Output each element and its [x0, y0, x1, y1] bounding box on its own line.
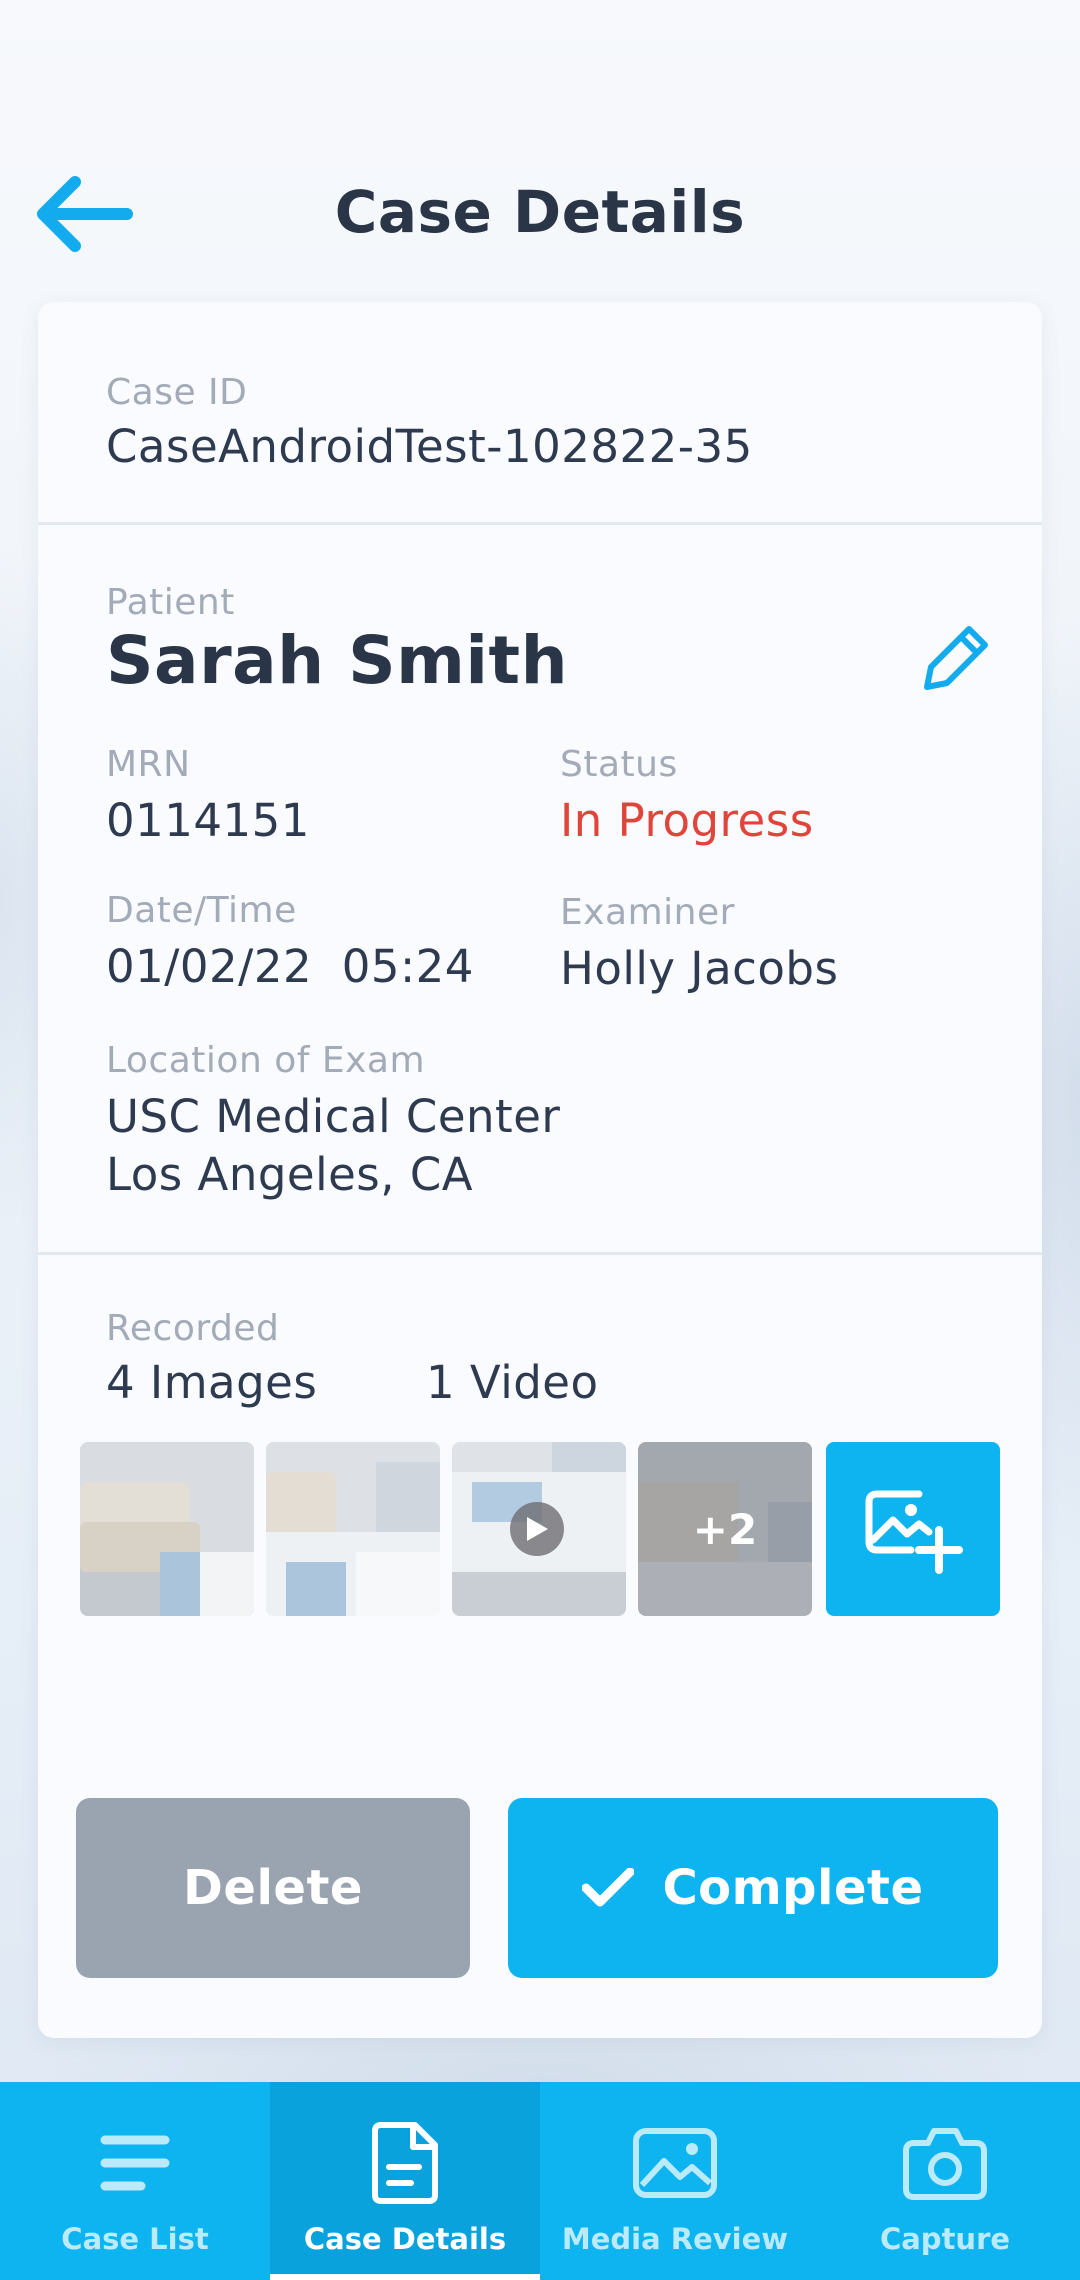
divider — [38, 522, 1042, 525]
nav-capture[interactable]: Capture — [810, 2082, 1080, 2280]
status-value: In Progress — [560, 794, 814, 847]
case-id-value: CaseAndroidTest-102822-35 — [106, 420, 753, 473]
list-icon — [100, 2135, 170, 2191]
complete-button[interactable]: Complete — [508, 1798, 998, 1978]
datetime-value: 01/02/22 05:24 — [106, 940, 474, 993]
datetime-label: Date/Time — [106, 890, 297, 931]
nav-label: Capture — [879, 2222, 1011, 2256]
complete-button-label: Complete — [662, 1860, 924, 1916]
delete-button[interactable]: Delete — [76, 1798, 470, 1978]
pencil-icon — [924, 626, 988, 690]
nav-media-review[interactable]: Media Review — [540, 2082, 810, 2280]
add-image-icon — [865, 1490, 963, 1574]
patient-label: Patient — [106, 582, 235, 623]
nav-case-details[interactable]: Case Details — [270, 2082, 540, 2280]
header: Case Details — [0, 150, 1080, 280]
nav-label: Case List — [61, 2222, 209, 2256]
delete-button-label: Delete — [183, 1860, 363, 1916]
case-id-label: Case ID — [106, 372, 248, 413]
divider — [38, 1252, 1042, 1255]
image-icon — [633, 2128, 717, 2198]
mrn-value: 0114151 — [106, 794, 310, 847]
location-label: Location of Exam — [106, 1040, 426, 1081]
more-media-overlay: +2 — [638, 1442, 812, 1616]
room-image — [80, 1442, 254, 1616]
edit-patient-button[interactable] — [902, 602, 1012, 712]
location-line1: USC Medical Center — [106, 1090, 561, 1143]
patient-name: Sarah Smith — [106, 622, 569, 699]
videos-count: 1 Video — [426, 1356, 599, 1409]
recorded-label: Recorded — [106, 1308, 280, 1349]
mrn-label: MRN — [106, 744, 191, 785]
examiner-value: Holly Jacobs — [560, 942, 839, 995]
media-thumbnail-more[interactable]: +2 — [638, 1442, 812, 1616]
case-card: Case ID CaseAndroidTest-102822-35 Patien… — [38, 302, 1042, 2038]
media-thumbnail-video[interactable] — [452, 1442, 626, 1616]
checkmark-icon — [582, 1868, 635, 1907]
media-thumbnail[interactable] — [266, 1442, 440, 1616]
nav-case-list[interactable]: Case List — [0, 2082, 270, 2280]
document-icon — [372, 2122, 438, 2204]
page-title: Case Details — [334, 178, 746, 246]
status-label: Status — [560, 744, 678, 785]
examiner-label: Examiner — [560, 892, 735, 933]
nav-label: Case Details — [303, 2222, 507, 2256]
room-image — [266, 1442, 440, 1616]
bottom-nav: Case List Case Details Media Review Capt… — [0, 2082, 1080, 2280]
camera-icon — [903, 2128, 987, 2200]
images-count: 4 Images — [106, 1356, 318, 1409]
nav-label: Media Review — [561, 2222, 789, 2256]
add-media-button[interactable] — [826, 1442, 1000, 1616]
media-thumbnail[interactable] — [80, 1442, 254, 1616]
location-line2: Los Angeles, CA — [106, 1148, 474, 1201]
play-icon — [510, 1502, 564, 1556]
